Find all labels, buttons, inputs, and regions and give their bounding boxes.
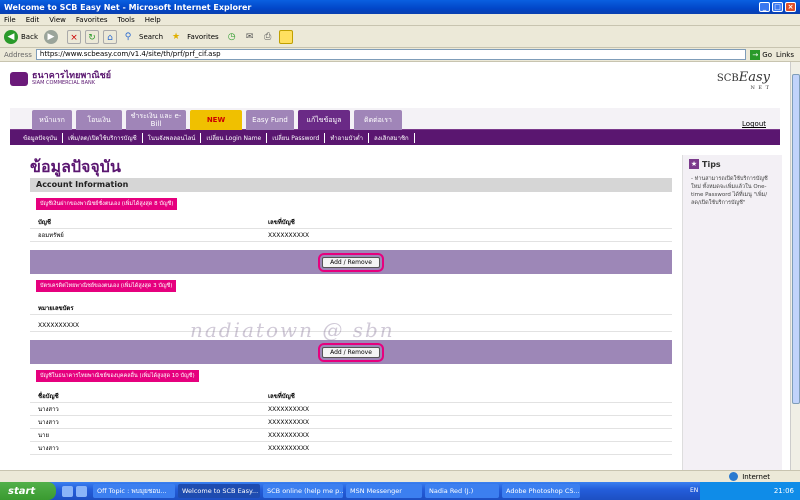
- home-icon[interactable]: ⌂: [103, 29, 117, 44]
- tab-home[interactable]: หน้าแรก: [32, 110, 72, 130]
- stop-icon[interactable]: ×: [67, 29, 81, 44]
- table-row: ออมทรัพย์ XXXXXXXXXX: [30, 229, 672, 242]
- add-remove-strip: Add / Remove: [30, 340, 672, 364]
- bank-logo[interactable]: ธนาคารไทยพาณิชย์ SIAM COMMERCIAL BANK: [10, 72, 111, 86]
- sub-navigation: ข้อมูลปัจจุบัน เพิ่ม/ลด/เปิดใช้บริการบัญ…: [10, 130, 780, 145]
- status-bar: Internet: [0, 470, 800, 482]
- task-msn[interactable]: MSN Messenger: [346, 484, 422, 498]
- links-button[interactable]: Links: [776, 51, 794, 59]
- minimize-button[interactable]: _: [759, 2, 770, 12]
- print-icon[interactable]: ⎙: [261, 30, 275, 44]
- mail-icon[interactable]: ✉: [243, 30, 257, 44]
- menu-bar: File Edit View Favorites Tools Help: [0, 14, 800, 26]
- subnav-cancel-membership[interactable]: ลงเลิกสมาชิก: [369, 132, 415, 143]
- table-header: บัญชี เลขที่บัญชี: [30, 216, 672, 229]
- tab-easy-fund[interactable]: Easy Fund: [246, 110, 294, 130]
- favorites-button[interactable]: ★ Favorites: [169, 30, 219, 44]
- star-icon: ★: [689, 159, 699, 169]
- system-tray: EN 21:06: [690, 482, 800, 500]
- taskbar: start Off Topic : พบมุยชอบ... Welcome to…: [0, 482, 800, 500]
- tab-payment[interactable]: ชำระเงิน และ e-Bill: [126, 110, 186, 130]
- address-bar: Address https://www.scbeasy.com/v1.4/sit…: [0, 48, 800, 62]
- tab-transfer[interactable]: โอนเงิน: [76, 110, 122, 130]
- logout-link[interactable]: Logout: [742, 120, 766, 128]
- subnav-item-6[interactable]: ทำอามบัวต่ำ: [325, 132, 370, 143]
- desktop-icon[interactable]: [62, 485, 73, 497]
- window-title: Welcome to SCB Easy Net - Microsoft Inte…: [4, 2, 252, 12]
- address-input[interactable]: https://www.scbeasy.com/v1.4/site/th/prf…: [35, 49, 747, 60]
- add-remove-button-accounts[interactable]: Add / Remove: [318, 252, 384, 272]
- section-label-other-accounts: บัญชีในธนาคารไทยพาณิชย์ของบุคคลอื่น (เพิ…: [36, 370, 199, 382]
- tips-header: ★ Tips: [689, 159, 721, 169]
- table-row: นางสาว XXXXXXXXXX: [30, 442, 672, 455]
- tab-edit-info[interactable]: แก้ไขข้อมูล: [298, 110, 350, 130]
- bank-name: ธนาคารไทยพาณิชย์: [32, 71, 112, 81]
- tips-sidebar: ★ Tips - ท่านสามารถเปิดใช้บริการบัญชีใหม่…: [682, 155, 782, 470]
- quick-launch: [62, 485, 90, 497]
- browser-toolbar: ◀ Back ▶ × ↻ ⌂ ⚲ Search ★ Favorites ◷ ✉ ⎙: [0, 26, 800, 48]
- task-nadia[interactable]: Nadia Red (J.): [425, 484, 499, 498]
- table-header: ชื่อบัญชี เลขที่บัญชี: [30, 390, 672, 403]
- bank-emblem-icon: [10, 72, 28, 86]
- task-scb-online[interactable]: SCB online (help me p...: [263, 484, 343, 498]
- add-remove-button-cards[interactable]: Add / Remove: [318, 342, 384, 362]
- main-tabs: หน้าแรก โอนเงิน ชำระเงิน และ e-Bill NEW …: [10, 108, 780, 130]
- close-button[interactable]: ×: [785, 2, 796, 12]
- star-icon: ★: [172, 31, 181, 42]
- table-row: นาย XXXXXXXXXX: [30, 429, 672, 442]
- page-title: ข้อมูลปัจจุบัน: [30, 157, 121, 176]
- subnav-change-login[interactable]: เปลี่ยน Login Name: [201, 132, 268, 143]
- go-button[interactable]: → Go: [750, 49, 772, 60]
- subnav-manage-accounts[interactable]: เพิ่ม/ลด/เปิดใช้บริการบัญชี: [63, 132, 143, 143]
- history-icon[interactable]: ◷: [225, 30, 239, 44]
- scrollbar-thumb[interactable]: [792, 74, 800, 404]
- tab-new[interactable]: NEW: [190, 110, 242, 130]
- scb-easy-logo: SCBEasy N E T: [716, 70, 770, 91]
- subnav-current-info[interactable]: ข้อมูลปัจจุบัน: [18, 132, 64, 143]
- section-label-own-accounts: บัญชีเงินฝากของพาณิชย์ชั่งตนเอง (เพิ่มได…: [36, 198, 178, 210]
- add-remove-strip: Add / Remove: [30, 250, 672, 274]
- vertical-scrollbar[interactable]: [790, 62, 800, 470]
- table-header: หมายเลขบัตร: [30, 302, 672, 315]
- tips-text: - ท่านสามารถเปิดใช้บริการบัญชีใหม่ ทั้งห…: [691, 176, 768, 206]
- menu-tools[interactable]: Tools: [118, 16, 135, 24]
- task-photoshop[interactable]: Adobe Photoshop CS...: [502, 484, 580, 498]
- start-button[interactable]: start: [0, 482, 56, 500]
- title-bar: Welcome to SCB Easy Net - Microsoft Inte…: [0, 0, 800, 14]
- watermark: nadiatown @ sbn: [190, 318, 395, 342]
- site-header: ธนาคารไทยพาณิชย์ SIAM COMMERCIAL BANK SC…: [0, 62, 790, 106]
- subnav-change-password[interactable]: เปลี่ยน Password: [267, 132, 326, 143]
- menu-help[interactable]: Help: [145, 16, 161, 24]
- panel-header: Account Information: [30, 178, 672, 192]
- search-icon: ⚲: [124, 31, 132, 42]
- table-row: นางสาว XXXXXXXXXX: [30, 416, 672, 429]
- maximize-button[interactable]: □: [772, 2, 783, 12]
- globe-icon: [729, 472, 739, 481]
- address-label: Address: [4, 50, 32, 59]
- task-scb-easy[interactable]: Welcome to SCB Easy...: [178, 484, 260, 498]
- note-icon[interactable]: [278, 29, 293, 44]
- menu-favorites[interactable]: Favorites: [76, 16, 108, 24]
- menu-view[interactable]: View: [49, 16, 66, 24]
- go-arrow-icon: →: [750, 49, 761, 60]
- clock: 21:06: [773, 487, 794, 495]
- forward-button[interactable]: ▶: [44, 29, 61, 44]
- back-button[interactable]: ◀ Back: [4, 29, 38, 44]
- back-arrow-icon: ◀: [4, 29, 18, 44]
- search-button[interactable]: ⚲ Search: [121, 30, 163, 44]
- ie-icon[interactable]: [76, 485, 87, 497]
- subnav-online-statement[interactable]: โนนจังพลลอนไลน์: [143, 132, 202, 143]
- table-row: นางสาว XXXXXXXXXX: [30, 403, 672, 416]
- menu-file[interactable]: File: [4, 16, 16, 24]
- section-label-credit-cards: บัตรเครดิตไทยพาณิชย์ของตนเอง (เพิ่มได้สู…: [36, 280, 177, 292]
- language-indicator[interactable]: EN: [690, 487, 698, 494]
- menu-edit[interactable]: Edit: [26, 16, 40, 24]
- tab-contact[interactable]: ติดต่อเรา: [354, 110, 402, 130]
- security-zone: Internet: [729, 472, 770, 481]
- forward-arrow-icon: ▶: [44, 29, 58, 44]
- refresh-icon[interactable]: ↻: [85, 29, 99, 44]
- task-off-topic[interactable]: Off Topic : พบมุยชอบ...: [93, 484, 175, 498]
